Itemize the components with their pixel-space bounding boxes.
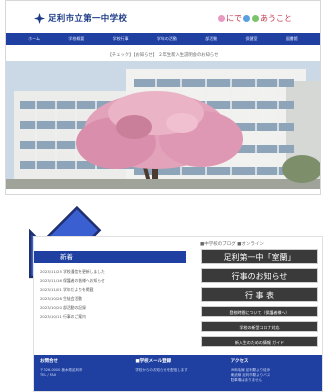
news-item[interactable]: 2023/10/11 行事のご案内 <box>40 312 184 321</box>
school-building-photo <box>6 61 320 189</box>
side-title: ■中学校のブログ ■オンライン <box>200 242 264 247</box>
footer-heading[interactable]: アクセス <box>231 358 316 364</box>
news-item[interactable]: 2023/11/25 学校通信を更新しました <box>40 267 184 276</box>
footer-contact: お問合せ 〒326-0000 栃木県足利市 TEL / FAX <box>40 358 125 390</box>
tagline-dot-icon <box>243 15 250 22</box>
tagline: にで あうこと <box>217 13 292 24</box>
nav-item[interactable]: 学校概要 <box>68 36 84 42</box>
notice-text[interactable]: 【チェック】【お知らせ】 ２年生新入生説明会のお知らせ <box>6 52 320 58</box>
nav-item[interactable]: 図書館 <box>286 36 298 42</box>
side-button-commute[interactable]: 登校時間について（保護者様へ） <box>201 306 318 317</box>
side-button-school-blog[interactable]: 足利第一中「室蘭」 <box>201 249 318 264</box>
footer-access: アクセス JR両毛線 足利駅より徒歩 東武線 足利市駅よりバス 駐車場はありませ… <box>231 358 316 390</box>
side-button-covid[interactable]: 学校の新型コロナ対応 <box>201 321 318 332</box>
side-button-column: 足利第一中「室蘭」 行事のお知らせ 行 事 表 登校時間について（保護者様へ） … <box>201 249 318 351</box>
homepage-lower-screenshot: 新着 2023/11/25 学校通信を更新しました 2023/11/16 保護者… <box>33 236 323 392</box>
news-item[interactable]: 2023/10/28 生徒会活動 <box>40 294 184 303</box>
nav-item[interactable]: ホーム <box>28 36 40 42</box>
side-button-schedule[interactable]: 行 事 表 <box>201 287 318 302</box>
nav-item[interactable]: 学年の活動 <box>157 36 177 42</box>
homepage-screenshot: 足利市立第一中学校 にで あうこと ホーム 学校概要 学校行事 学年の活動 部活… <box>5 0 321 195</box>
tagline-dot-icon <box>252 15 259 22</box>
site-footer: お問合せ 〒326-0000 栃木県足利市 TEL / FAX ■学校メール登録… <box>34 355 322 391</box>
nav-item[interactable]: 学校行事 <box>113 36 129 42</box>
school-logo[interactable]: 足利市立第一中学校 <box>34 12 127 24</box>
footer-mail: ■学校メール登録 学校からのお知らせを配信します <box>135 358 220 390</box>
footer-heading[interactable]: ■学校メール登録 <box>135 358 220 364</box>
news-heading: 新着 <box>34 251 186 263</box>
school-name: 足利市立第一中学校 <box>48 14 128 24</box>
news-item[interactable]: 2023/11/01 学年だよりを掲載 <box>40 285 184 294</box>
tagline-dot-icon <box>218 15 225 22</box>
tagline-part-2: あうこと <box>260 14 292 23</box>
footer-heading: お問合せ <box>40 359 58 364</box>
main-nav: ホーム 学校概要 学校行事 学年の活動 部活動 保健室 図書館 <box>6 33 320 45</box>
tagline-part-1: にで <box>226 14 242 23</box>
footer-line: 駐車場はありません <box>230 378 263 382</box>
nav-item[interactable]: 保健室 <box>246 36 258 42</box>
footer-line: TEL / FAX <box>40 373 57 377</box>
news-item[interactable]: 2023/11/16 保護者の皆様へお知らせ <box>40 276 184 285</box>
nav-item[interactable]: 部活動 <box>205 36 217 42</box>
footer-line: 学校からのお知らせを配信します <box>135 368 188 372</box>
news-list: 2023/11/25 学校通信を更新しました 2023/11/16 保護者の皆様… <box>40 267 184 321</box>
site-header: 足利市立第一中学校 にで あうこと <box>6 1 320 33</box>
news-item[interactable]: 2023/10/20 部活動の記録 <box>40 303 184 312</box>
hero-image <box>6 61 320 189</box>
school-emblem-icon <box>34 12 45 24</box>
side-button-events[interactable]: 行事のお知らせ <box>201 268 318 283</box>
side-button-guide[interactable]: 新入生のための情報 ガイド <box>201 336 318 347</box>
